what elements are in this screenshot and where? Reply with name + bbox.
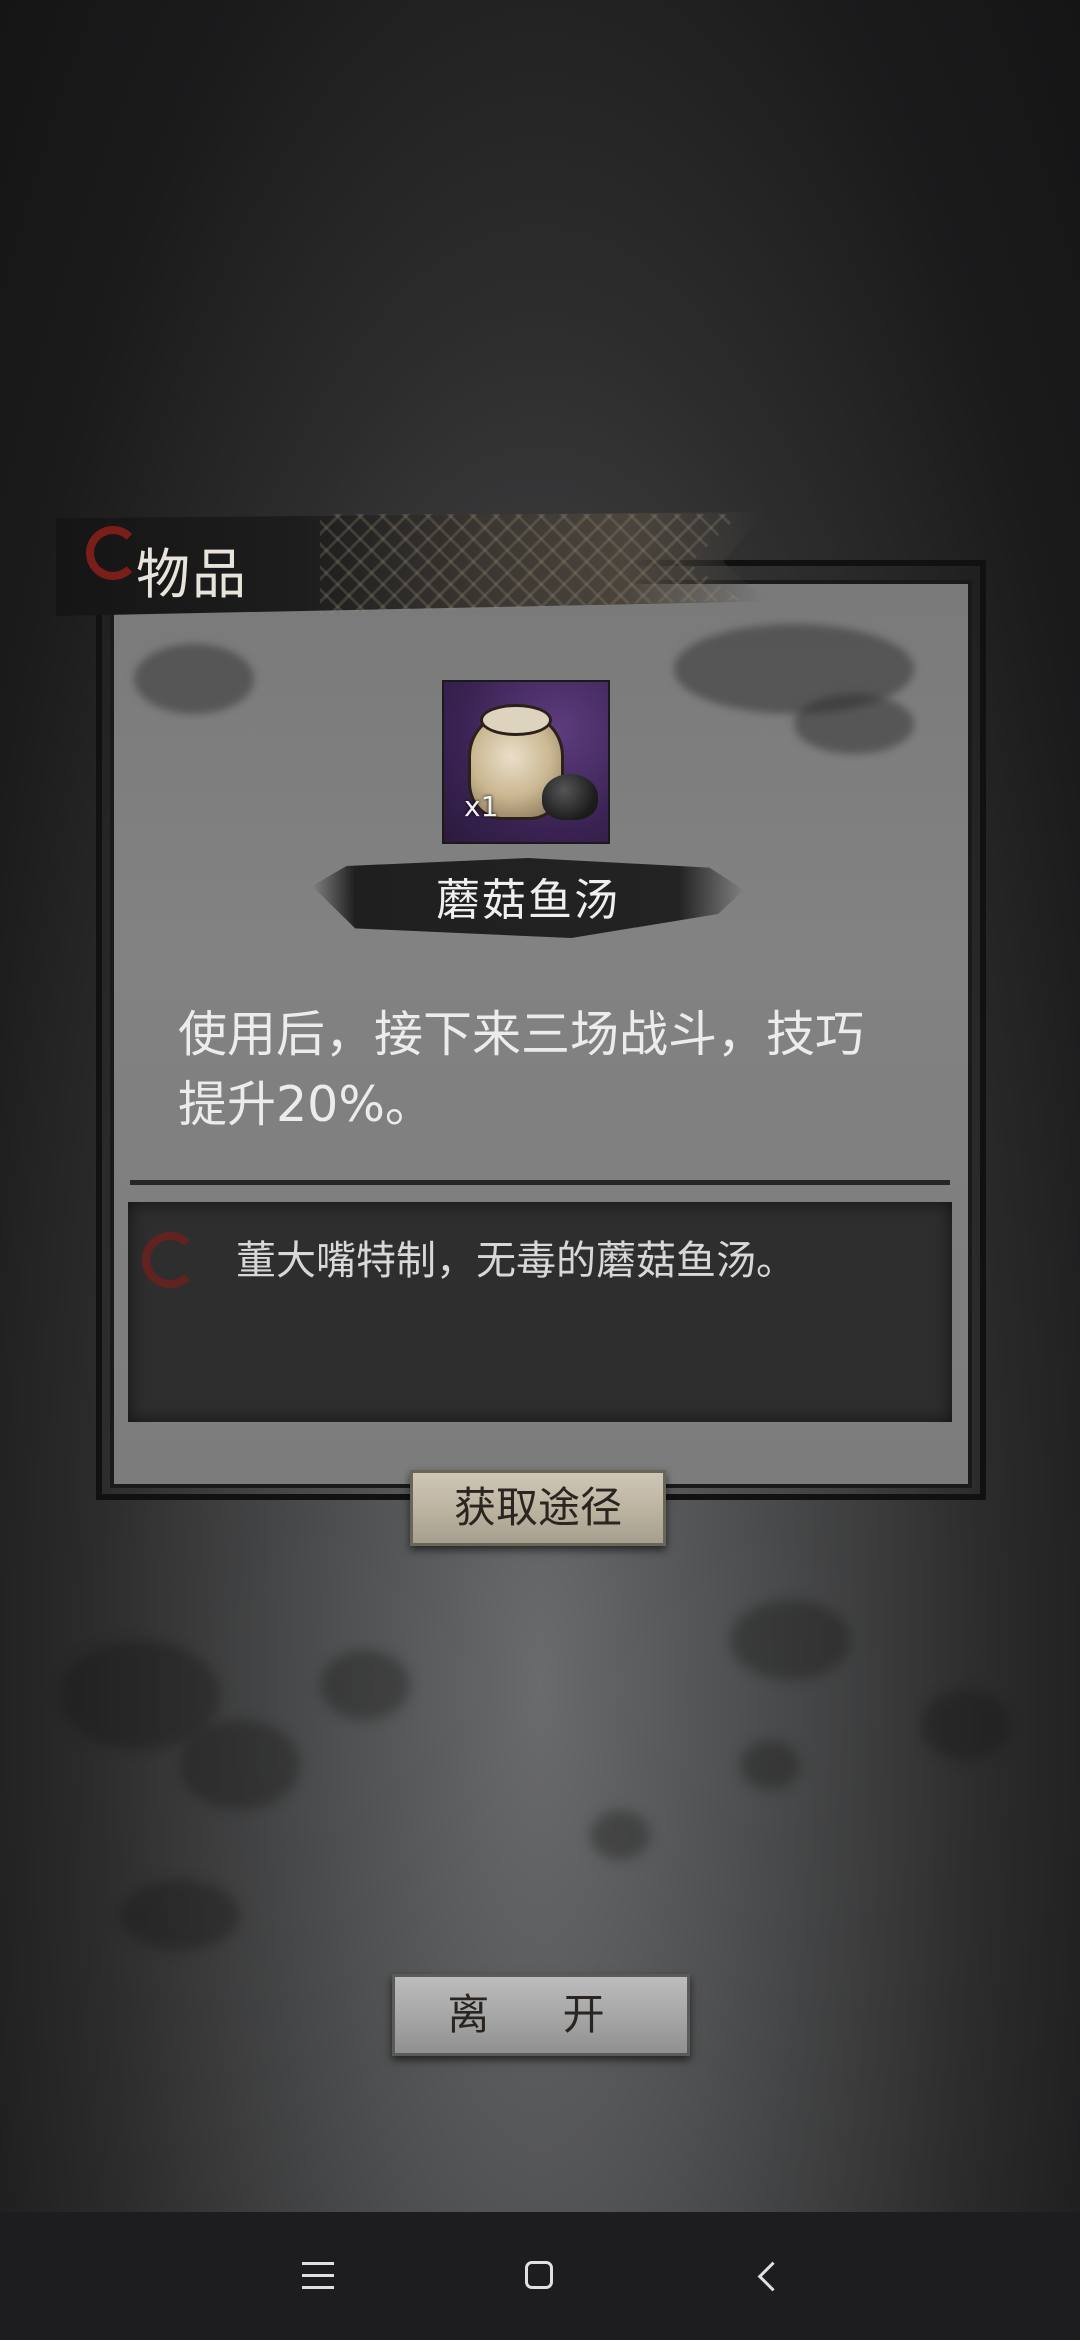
mushroom-icon	[542, 774, 598, 820]
red-brush-circle-icon	[142, 1232, 198, 1288]
item-name: 蘑菇鱼汤	[436, 875, 620, 926]
red-brush-circle-icon	[86, 526, 140, 580]
acquire-source-button[interactable]: 获取途径	[410, 1470, 666, 1546]
menu-button[interactable]	[258, 2212, 378, 2340]
background-ink	[730, 1600, 850, 1680]
home-button[interactable]	[480, 2212, 600, 2340]
item-description: 使用后，接下来三场战斗，技巧提升20%。	[178, 1006, 865, 1133]
background-ink	[740, 1740, 800, 1790]
home-icon	[525, 2261, 553, 2289]
item-count: x1	[464, 790, 499, 823]
background-ink	[590, 1810, 650, 1860]
panel-ink	[134, 644, 254, 714]
mushroom-fish-soup-jar-icon[interactable]: x1	[442, 680, 610, 844]
panel-ink	[794, 694, 914, 754]
background-ink	[180, 1720, 300, 1810]
background-ink	[320, 1650, 410, 1720]
jar-lid-icon	[480, 704, 552, 736]
header-pattern	[320, 514, 740, 614]
divider	[130, 1180, 950, 1185]
back-button[interactable]	[708, 2212, 828, 2340]
menu-icon	[302, 2262, 334, 2290]
back-icon	[757, 2261, 788, 2292]
background-ink	[920, 1690, 1010, 1760]
system-nav-bar	[0, 2212, 1080, 2340]
flavor-text: 董大嘴特制，无毒的蘑菇鱼汤。	[236, 1238, 796, 1284]
dialog-title: 物品	[136, 543, 248, 606]
background-ink	[120, 1880, 240, 1950]
leave-button[interactable]: 离 开	[392, 1974, 690, 2056]
